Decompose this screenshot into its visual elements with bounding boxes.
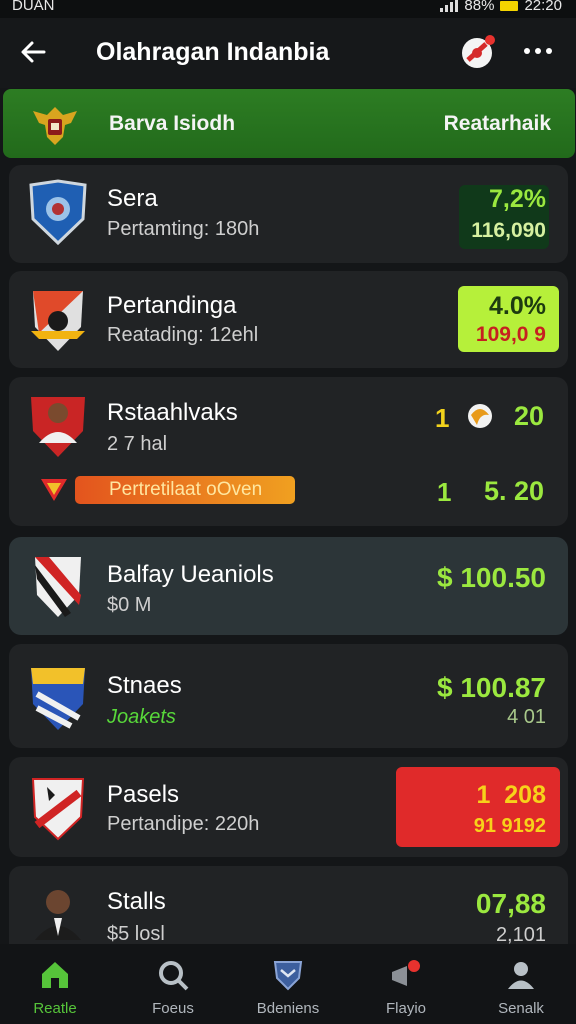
team-name: Balfay Ueaniols bbox=[107, 561, 274, 588]
back-arrow-icon[interactable] bbox=[18, 36, 50, 68]
match-card-selected[interactable]: Balfay Ueaniols $0 M $ 100.50 bbox=[9, 537, 568, 635]
league-banner[interactable]: Barva Isiodh Reatarhaik bbox=[3, 89, 575, 158]
search-icon bbox=[159, 961, 189, 991]
nav-search[interactable]: Foeus bbox=[118, 944, 228, 1024]
nav-label: Senalk bbox=[498, 1000, 544, 1017]
shield-icon bbox=[273, 961, 303, 991]
live-tag[interactable]: Pertretilaat oOven bbox=[75, 476, 295, 504]
status-time: 22:20 bbox=[524, 0, 562, 14]
score-left: 1 bbox=[435, 403, 450, 433]
player-photo-icon bbox=[31, 397, 85, 457]
nav-label: Flayio bbox=[385, 1000, 426, 1017]
score-right-2: 5. 20 bbox=[483, 476, 544, 506]
nav-label: Foeus bbox=[152, 1000, 194, 1017]
team-name: Stnaes bbox=[107, 672, 182, 699]
match-info: 2 7 hal bbox=[107, 433, 168, 455]
team-name: Pasels bbox=[107, 781, 180, 808]
team-shield-logo-icon bbox=[31, 778, 85, 841]
bottom-navigation: Reatle Foeus Bdeniens Flayio Senalk bbox=[0, 944, 576, 1024]
price-secondary: 4 01 bbox=[507, 706, 546, 728]
match-card[interactable]: Pasels Pertandipe: 220h 1 208 91 9192 bbox=[9, 757, 568, 857]
match-info: Reatading: 12ehl bbox=[107, 324, 259, 346]
battery-percent: 88% bbox=[464, 0, 495, 14]
price-value: 07,88 bbox=[475, 888, 546, 919]
app-bar: Olahragan Indanbia bbox=[0, 18, 576, 88]
match-card[interactable]: Rstaahlvaks 2 7 hal 1 20 Pertretilaat oO… bbox=[9, 377, 568, 526]
match-card[interactable]: Stalls $5 losl 07,88 2,101 bbox=[9, 866, 568, 956]
odds-secondary: 91 9192 bbox=[473, 815, 546, 837]
team-name: Rstaahlvaks bbox=[107, 399, 238, 426]
status-left-text: DUAN bbox=[12, 0, 55, 14]
status-right: 88% 22:20 bbox=[440, 0, 562, 14]
team-name: Pertandinga bbox=[107, 292, 237, 319]
odds-secondary: 109,0 9 bbox=[475, 323, 546, 346]
match-info: $5 losl bbox=[107, 923, 165, 945]
nav-profile[interactable]: Senalk bbox=[466, 944, 576, 1024]
match-card[interactable]: Pertandinga Reatading: 12ehl 4.0% 109,0 … bbox=[9, 271, 568, 368]
garuda-emblem-icon bbox=[33, 107, 77, 145]
bird-icon bbox=[468, 404, 492, 428]
price-value: $ 100.50 bbox=[437, 562, 546, 593]
more-options-icon[interactable] bbox=[524, 48, 556, 56]
small-crest-icon bbox=[41, 479, 67, 501]
team-shield-logo-icon bbox=[35, 557, 81, 617]
nav-teams[interactable]: Bdeniens bbox=[233, 944, 343, 1024]
profile-icon bbox=[508, 962, 534, 989]
nav-label: Bdeniens bbox=[256, 1000, 320, 1017]
team-shield-logo-icon bbox=[29, 179, 87, 246]
odds-value: 4.0% bbox=[489, 292, 546, 320]
score-left-2: 1 bbox=[437, 477, 452, 507]
battery-icon bbox=[500, 0, 519, 11]
match-card[interactable]: Stnaes Joakets $ 100.87 4 01 bbox=[9, 644, 568, 748]
odds-secondary: 116,090 bbox=[471, 219, 546, 242]
nav-label: Reatle bbox=[33, 1000, 77, 1017]
banner-right-label: Reatarhaik bbox=[443, 112, 551, 135]
player-photo-icon bbox=[35, 890, 81, 940]
match-info: $0 M bbox=[107, 594, 152, 616]
score-right: 20 bbox=[513, 401, 544, 431]
match-info: Pertamting: 180h bbox=[107, 218, 260, 240]
nav-home[interactable]: Reatle bbox=[0, 944, 110, 1024]
match-info: Pertandipe: 220h bbox=[107, 813, 260, 835]
price-value: $ 100.87 bbox=[437, 672, 546, 703]
team-crest-logo-icon bbox=[31, 291, 85, 351]
status-bar: DUAN 88% 22:20 bbox=[0, 0, 576, 18]
match-card[interactable]: Sera Pertamting: 180h 7,2% 116,090 bbox=[9, 165, 568, 263]
signal-icon bbox=[440, 0, 459, 12]
soccer-ball-icon[interactable] bbox=[460, 34, 496, 70]
home-icon bbox=[42, 962, 68, 988]
banner-left-label: Barva Isiodh bbox=[109, 112, 236, 135]
odds-value: 1 208 bbox=[476, 781, 546, 809]
odds-value: 7,2% bbox=[489, 185, 546, 213]
team-name: Stalls bbox=[107, 888, 166, 915]
team-name: Sera bbox=[107, 185, 158, 212]
nav-notifications[interactable]: Flayio bbox=[351, 944, 461, 1024]
page-title: Olahragan Indanbia bbox=[96, 38, 330, 66]
team-crest-logo-icon bbox=[31, 668, 85, 730]
match-info: Joakets bbox=[107, 706, 176, 728]
megaphone-icon bbox=[392, 960, 420, 986]
